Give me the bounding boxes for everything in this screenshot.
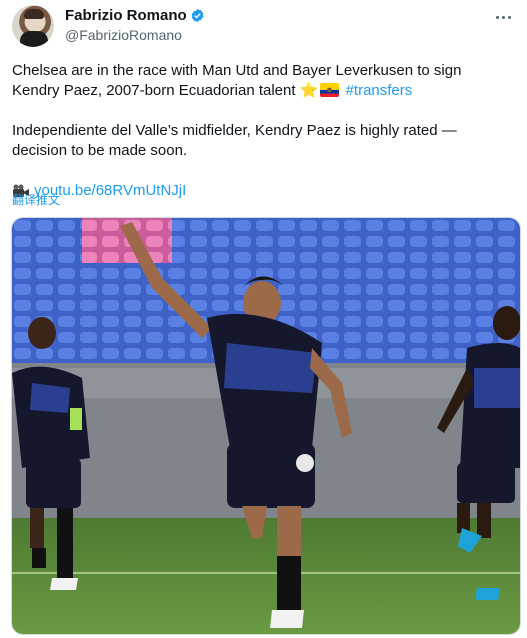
tweet-media-photo[interactable] xyxy=(11,217,521,635)
author-name-row[interactable]: Fabrizio Romano xyxy=(65,7,205,24)
translate-tweet-link[interactable]: 翻译推文 xyxy=(12,191,60,208)
video-link-row: youtu.be/68RVmUtNJjI xyxy=(12,181,515,201)
avatar[interactable] xyxy=(12,5,54,47)
avatar-hair xyxy=(24,9,44,19)
match-photo xyxy=(12,218,520,634)
author-display-name[interactable]: Fabrizio Romano xyxy=(65,7,187,24)
star-emoji-icon: ⭐ xyxy=(299,82,319,99)
tweet-text-line-1: Chelsea are in the race with Man Utd and… xyxy=(12,62,462,79)
tweet-paragraph-1: Chelsea are in the race with Man Utd and… xyxy=(12,61,515,101)
author-handle[interactable]: @FabrizioRomano xyxy=(65,27,182,43)
avatar-shirt xyxy=(20,31,48,47)
tweet-paragraph-2: Independiente del Valle’s midfielder, Ke… xyxy=(12,122,457,159)
tweet-body: Chelsea are in the race with Man Utd and… xyxy=(12,61,515,201)
pitch-line xyxy=(12,572,520,574)
tweet-text-line-2: Kendry Paez, 2007-born Ecuadorian talent xyxy=(12,82,296,99)
hashtag-link[interactable]: #transfers xyxy=(346,82,413,99)
verified-badge-icon xyxy=(191,8,204,23)
tweet-header: Fabrizio Romano @FabrizioRomano xyxy=(12,5,515,49)
pitch xyxy=(12,518,520,634)
more-options-icon[interactable] xyxy=(491,9,515,25)
ecuador-flag-icon xyxy=(320,83,340,97)
